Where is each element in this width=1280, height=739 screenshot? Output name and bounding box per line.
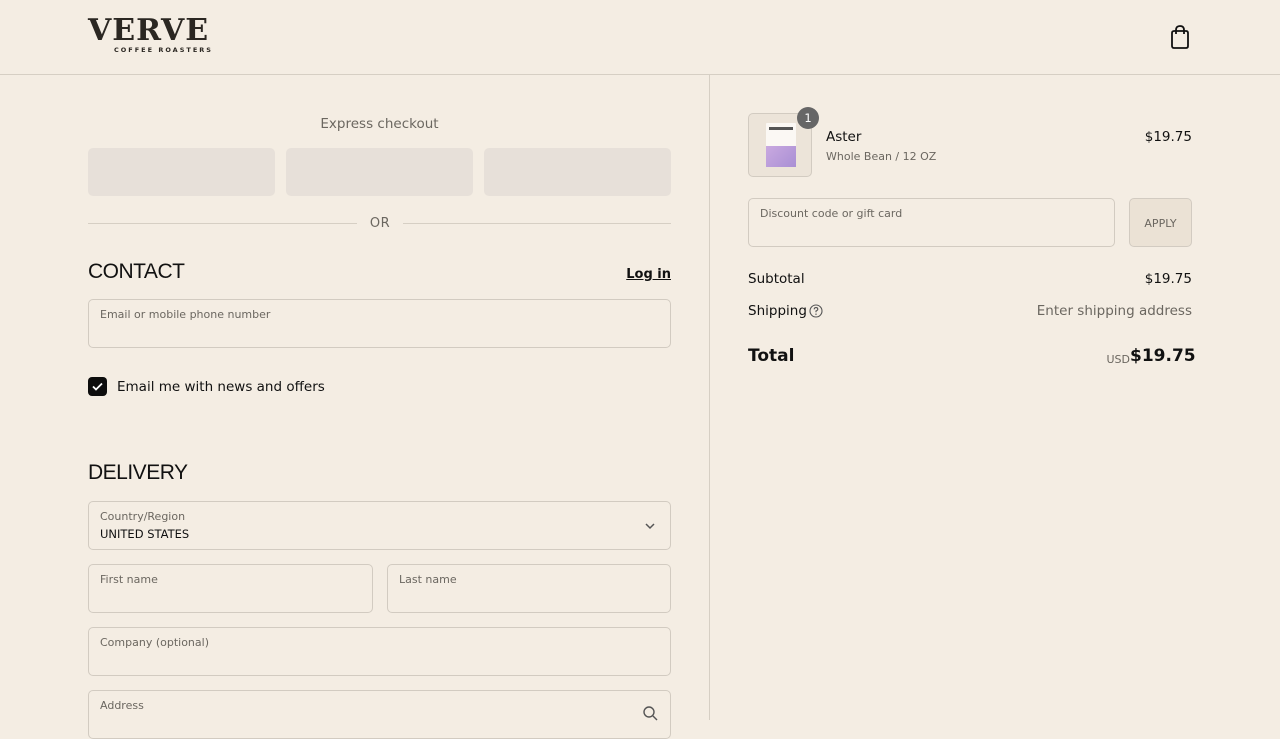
country-value: UNITED STATES [100, 527, 190, 541]
total-currency: USD [1106, 353, 1130, 366]
logo-subtitle: COFFEE ROASTERS [114, 46, 213, 54]
total-value: $19.75 [1130, 346, 1196, 366]
subtotal-value: $19.75 [1144, 271, 1192, 287]
verve-logo[interactable]: VERVE COFFEE ROASTERS [88, 16, 240, 55]
coffee-bag-logo [769, 127, 793, 130]
express-pay-button-2[interactable] [286, 148, 473, 196]
search-icon [643, 706, 658, 721]
last-name-field[interactable]: Last name [387, 564, 671, 613]
shipping-value: Enter shipping address [1036, 303, 1192, 319]
discount-code-field[interactable]: Discount code or gift card [748, 198, 1115, 247]
quantity-badge: 1 [797, 107, 819, 129]
chevron-down-icon [645, 523, 655, 530]
newsletter-checkbox[interactable] [88, 377, 107, 396]
help-circle-icon[interactable] [809, 304, 823, 318]
or-label: OR [369, 216, 391, 231]
login-link[interactable]: Log in [620, 267, 671, 282]
country-label: Country/Region [100, 510, 186, 523]
discount-code-label: Discount code or gift card [760, 207, 903, 220]
apply-discount-button[interactable]: APPLY [1129, 198, 1192, 247]
company-field[interactable]: Company (optional) [88, 627, 671, 676]
total-label: Total [748, 346, 795, 366]
first-name-label: First name [100, 573, 158, 586]
express-checkout-title: Express checkout [320, 116, 439, 132]
company-label: Company (optional) [100, 636, 209, 649]
delivery-title: DELIVERY [88, 461, 188, 484]
email-field-label: Email or mobile phone number [100, 308, 271, 321]
item-variant: Whole Bean / 12 OZ [826, 150, 937, 163]
item-name: Aster [826, 129, 862, 145]
coffee-bag-label-art [766, 146, 796, 167]
contact-title: CONTACT [88, 260, 185, 283]
address-field[interactable]: Address [88, 690, 671, 739]
logo-wordmark: VERVE [88, 13, 210, 48]
newsletter-label: Email me with news and offers [117, 379, 325, 395]
header: VERVE COFFEE ROASTERS [0, 0, 1280, 75]
first-name-field[interactable]: First name [88, 564, 373, 613]
last-name-label: Last name [399, 573, 457, 586]
address-label: Address [100, 699, 144, 712]
or-divider-right [403, 223, 671, 224]
item-price: $19.75 [1144, 129, 1192, 145]
shopping-bag-icon[interactable] [1168, 24, 1192, 50]
checkmark-icon [92, 382, 103, 391]
country-select[interactable]: Country/Region UNITED STATES [88, 501, 671, 550]
email-field[interactable]: Email or mobile phone number [88, 299, 671, 348]
shipping-label: Shipping [748, 303, 807, 319]
express-pay-button-1[interactable] [88, 148, 275, 196]
subtotal-label: Subtotal [748, 271, 805, 287]
express-pay-button-3[interactable] [484, 148, 671, 196]
or-divider-left [88, 223, 357, 224]
column-divider [709, 75, 710, 720]
